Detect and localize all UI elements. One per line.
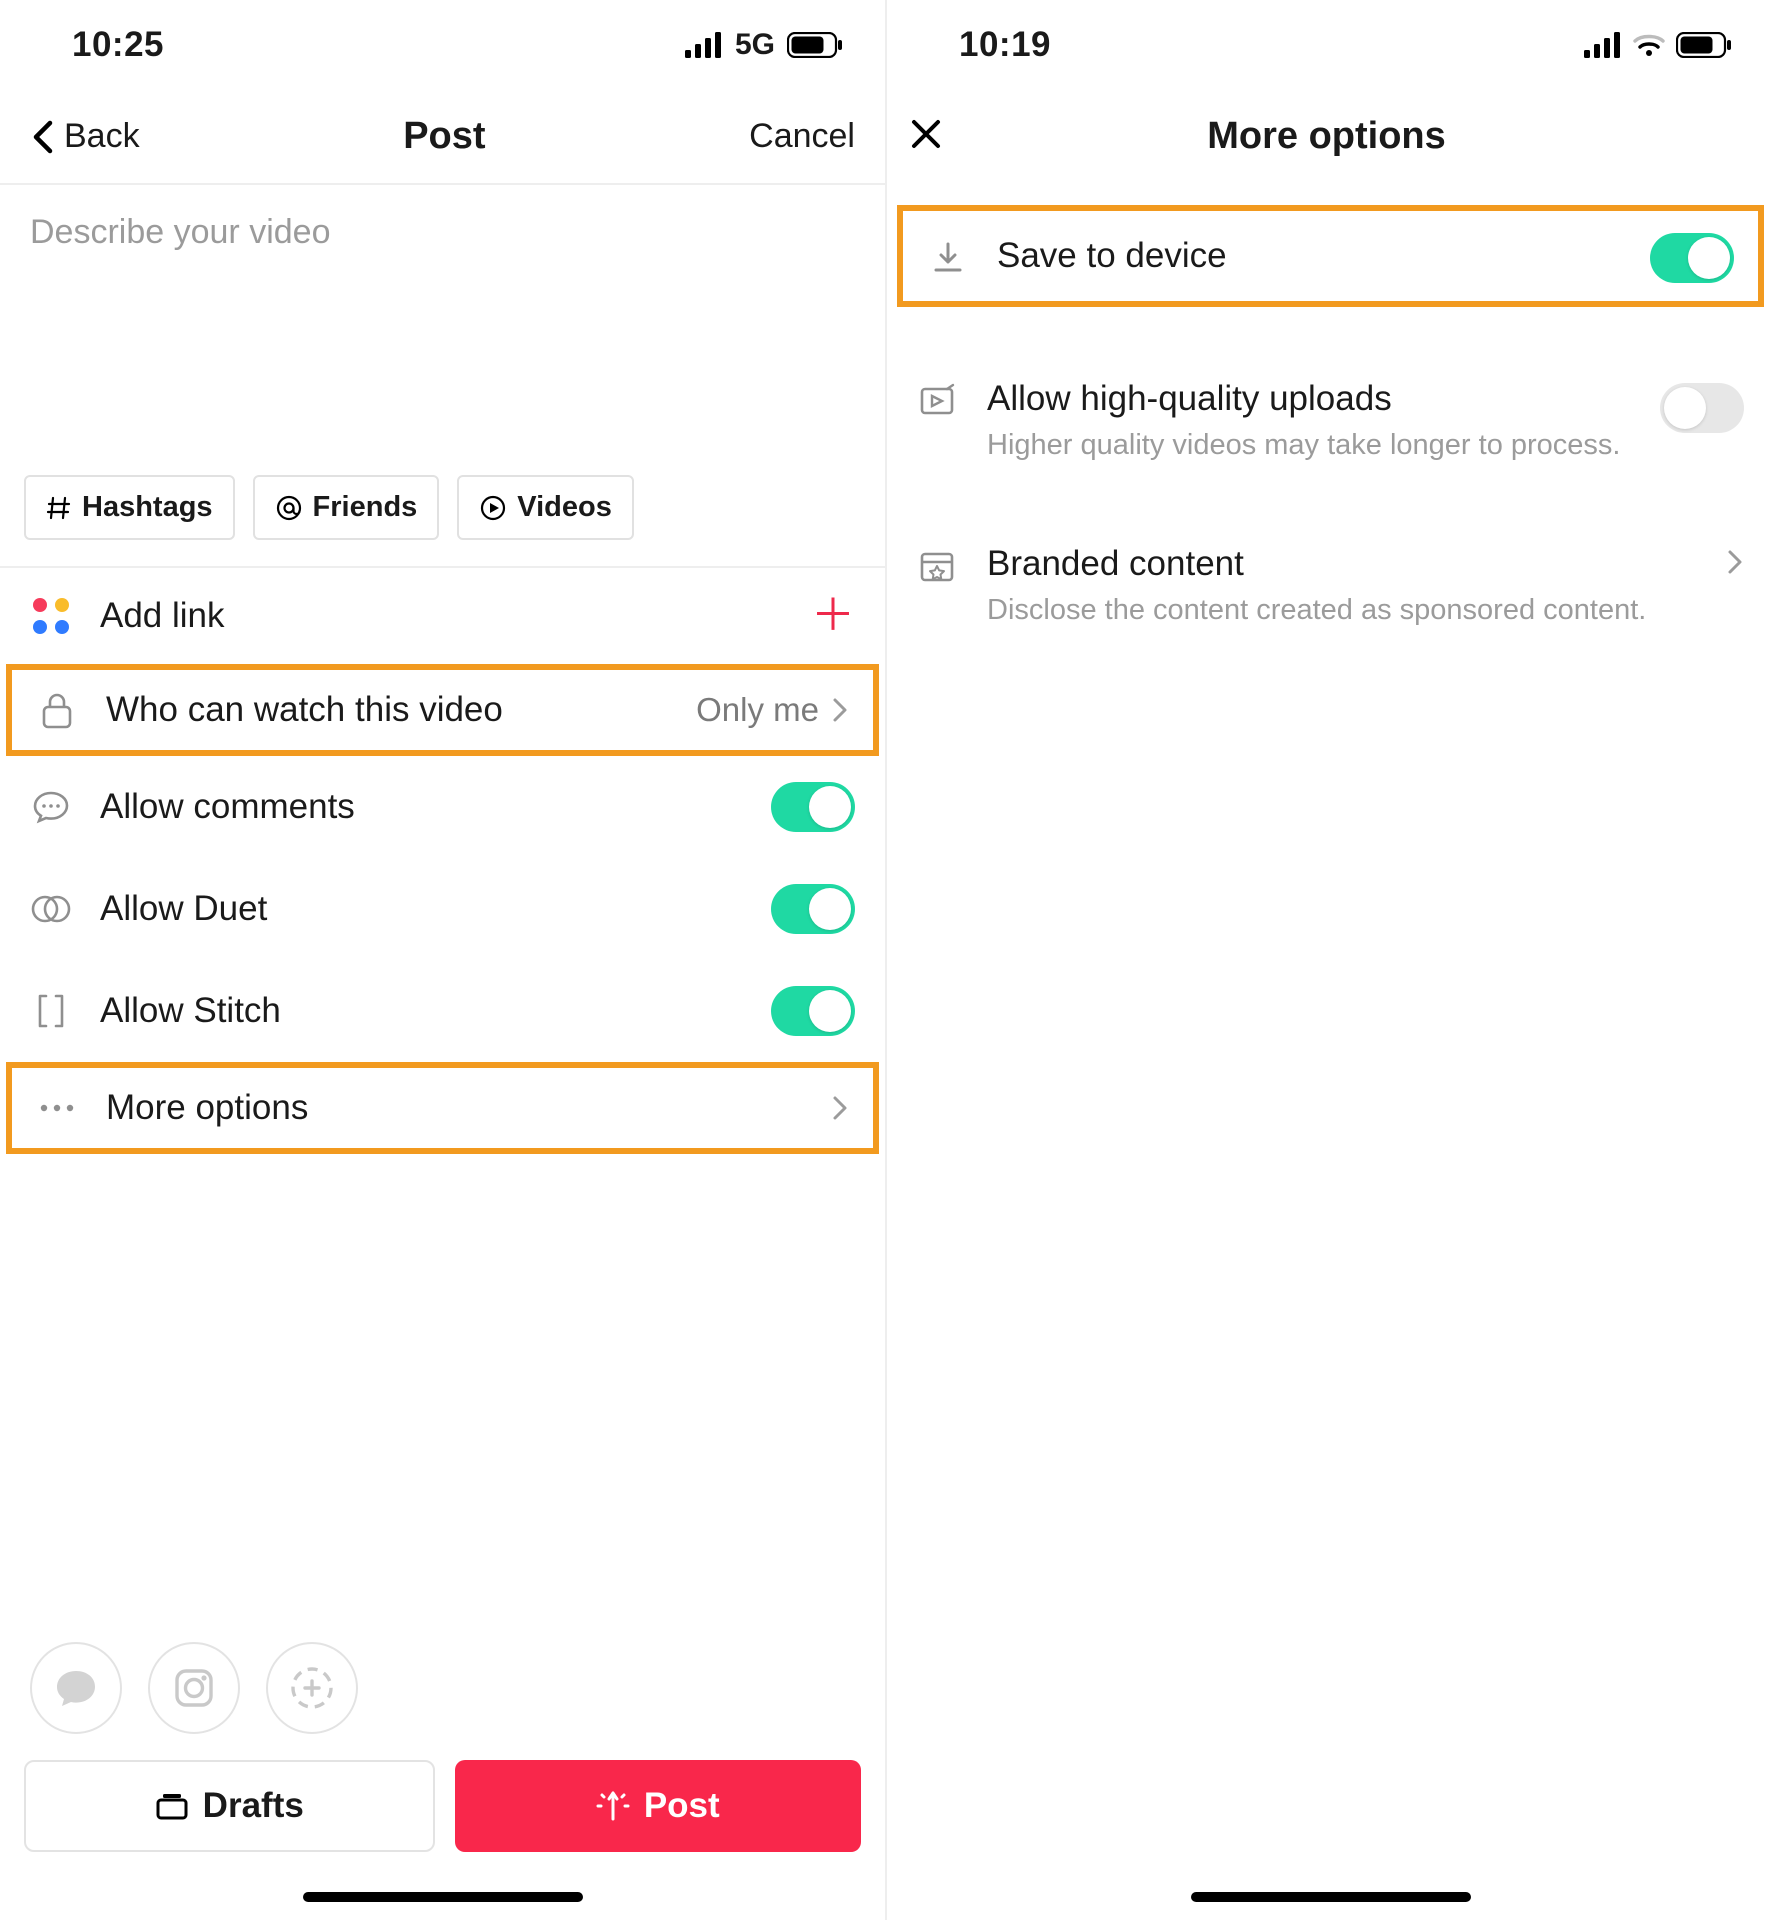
- chip-label: Videos: [517, 491, 612, 524]
- status-right: [1584, 32, 1732, 58]
- allow-comments-label: Allow comments: [100, 787, 743, 827]
- share-story-button[interactable]: [266, 1642, 358, 1734]
- save-to-device-highlight: Save to device: [897, 205, 1764, 307]
- drafts-icon: [155, 1791, 189, 1821]
- hashtags-chip[interactable]: Hashtags: [24, 475, 235, 540]
- share-instagram-button[interactable]: [148, 1642, 240, 1734]
- privacy-label: Who can watch this video: [106, 690, 668, 730]
- allow-stitch-row[interactable]: Allow Stitch: [0, 960, 885, 1062]
- add-link-label: Add link: [100, 596, 783, 636]
- duet-icon: [30, 894, 72, 924]
- chevron-right-icon: [831, 1094, 849, 1122]
- allow-comments-row[interactable]: Allow comments: [0, 756, 885, 858]
- more-icon: [36, 1103, 78, 1113]
- branded-icon: [917, 544, 959, 582]
- share-message-button[interactable]: [30, 1642, 122, 1734]
- save-to-device-row[interactable]: Save to device: [903, 211, 1758, 301]
- nav-bar: More options: [887, 90, 1774, 185]
- video-icon: [917, 379, 959, 417]
- allow-duet-row[interactable]: Allow Duet: [0, 858, 885, 960]
- lock-icon: [36, 691, 78, 729]
- battery-icon: [1676, 32, 1732, 58]
- signal-bars-icon: [1584, 32, 1622, 58]
- chevron-left-icon: [30, 119, 54, 155]
- action-row: Drafts Post: [0, 1760, 885, 1880]
- share-row: [0, 1642, 885, 1760]
- play-circle-icon: [479, 494, 507, 522]
- plus-icon: ＋: [811, 594, 855, 638]
- chevron-right-icon: [1726, 548, 1744, 576]
- chat-bubble-icon: [53, 1666, 99, 1710]
- mention-icon: [275, 494, 303, 522]
- save-to-device-label: Save to device: [997, 236, 1622, 276]
- allow-comments-toggle[interactable]: [771, 782, 855, 832]
- comment-icon: [30, 789, 72, 825]
- add-story-icon: [287, 1663, 337, 1713]
- drafts-label: Drafts: [203, 1786, 304, 1826]
- network-label: 5G: [735, 28, 775, 62]
- status-bar: 10:19: [887, 0, 1774, 90]
- post-button[interactable]: Post: [455, 1760, 862, 1852]
- wifi-icon: [1632, 32, 1666, 58]
- allow-duet-toggle[interactable]: [771, 884, 855, 934]
- chevron-right-icon: [831, 696, 849, 724]
- hq-uploads-row[interactable]: Allow high-quality uploads Higher qualit…: [887, 351, 1774, 472]
- page-title: More options: [969, 115, 1684, 158]
- privacy-row[interactable]: Who can watch this video Only me: [6, 664, 879, 756]
- chip-label: Hashtags: [82, 491, 213, 524]
- nav-bar: Back Post Cancel: [0, 90, 885, 185]
- caption-placeholder: Describe your video: [30, 213, 855, 252]
- privacy-value: Only me: [696, 691, 819, 729]
- post-label: Post: [644, 1786, 720, 1826]
- allow-stitch-label: Allow Stitch: [100, 991, 743, 1031]
- branded-content-row[interactable]: Branded content Disclose the content cre…: [887, 516, 1774, 637]
- stitch-icon: [30, 992, 72, 1030]
- more-options-screen: 10:19 More options Save to device: [887, 0, 1774, 1920]
- chip-row: Hashtags Friends Videos: [0, 475, 885, 568]
- allow-stitch-toggle[interactable]: [771, 986, 855, 1036]
- add-link-icon: [30, 598, 72, 634]
- back-button[interactable]: Back: [30, 117, 140, 156]
- status-time: 10:25: [72, 25, 164, 65]
- friends-chip[interactable]: Friends: [253, 475, 440, 540]
- status-right: 5G: [685, 28, 843, 62]
- instagram-icon: [171, 1665, 217, 1711]
- hq-uploads-sub: Higher quality videos may take longer to…: [987, 429, 1632, 462]
- back-label: Back: [64, 117, 140, 156]
- branded-content-sub: Disclose the content created as sponsore…: [987, 594, 1698, 627]
- home-indicator: [303, 1892, 583, 1902]
- caption-input[interactable]: Describe your video: [0, 185, 885, 475]
- hq-uploads-toggle[interactable]: [1660, 383, 1744, 433]
- cancel-button[interactable]: Cancel: [749, 117, 855, 156]
- branded-content-label: Branded content: [987, 544, 1698, 584]
- chip-label: Friends: [313, 491, 418, 524]
- battery-icon: [787, 32, 843, 58]
- add-link-row[interactable]: Add link ＋: [0, 568, 885, 664]
- close-button[interactable]: [909, 113, 969, 161]
- post-icon: [596, 1789, 630, 1823]
- status-time: 10:19: [959, 25, 1051, 65]
- close-icon: [909, 117, 943, 151]
- page-title: Post: [403, 115, 485, 158]
- signal-bars-icon: [685, 32, 723, 58]
- save-to-device-toggle[interactable]: [1650, 233, 1734, 283]
- post-screen: 10:25 5G Back Post Cancel Describe your …: [0, 0, 887, 1920]
- allow-duet-label: Allow Duet: [100, 889, 743, 929]
- home-indicator: [1191, 1892, 1471, 1902]
- more-options-label: More options: [106, 1088, 803, 1128]
- status-bar: 10:25 5G: [0, 0, 885, 90]
- videos-chip[interactable]: Videos: [457, 475, 634, 540]
- hq-uploads-label: Allow high-quality uploads: [987, 379, 1632, 419]
- drafts-button[interactable]: Drafts: [24, 1760, 435, 1852]
- more-options-row[interactable]: More options: [6, 1062, 879, 1154]
- hashtag-icon: [46, 495, 72, 521]
- download-icon: [927, 236, 969, 276]
